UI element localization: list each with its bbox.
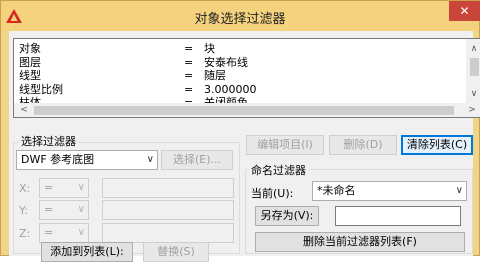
filter-list[interactable]: 对象 = 块 图层 = 安泰布线 线型 = 随层 线型比例 = 3.000000… <box>13 38 480 118</box>
x-value-field[interactable] <box>102 178 234 198</box>
close-button[interactable]: ✕ <box>449 1 480 21</box>
named-filter-label: 命名过滤器 <box>249 162 308 178</box>
list-item-key: 线型 <box>19 69 41 82</box>
delete-current-filter-list-button[interactable]: 删除当前过滤器列表(F) <box>255 232 465 252</box>
replace-button[interactable]: 替换(S) <box>143 242 209 262</box>
list-item-value: 安泰布线 <box>204 55 248 69</box>
list-item-key: 图层 <box>19 55 41 69</box>
scroll-left-icon[interactable]: < <box>16 103 32 117</box>
y-operator-select[interactable]: = ∨ <box>39 200 89 220</box>
horizontal-scrollbar[interactable]: < > <box>14 103 480 117</box>
save-as-name-field[interactable] <box>335 206 461 226</box>
y-value-field[interactable] <box>102 200 234 220</box>
x-label: X: <box>19 182 31 195</box>
horizontal-scroll-thumb[interactable] <box>34 106 454 115</box>
edit-item-button[interactable]: 编辑项目(I) <box>246 135 324 155</box>
dialog-body: 对象 = 块 图层 = 安泰布线 线型 = 随层 线型比例 = 3.000000… <box>9 31 480 262</box>
y-operator-value: = <box>44 203 54 216</box>
window-title: 对象选择过滤器 <box>194 12 286 27</box>
list-item[interactable]: 线型比例 = 3.000000 <box>14 83 467 97</box>
select-filter-label: 选择过滤器 <box>19 133 78 149</box>
filter-list-rows: 对象 = 块 图层 = 安泰布线 线型 = 随层 线型比例 = 3.000000… <box>14 42 467 104</box>
z-operator-value: = <box>44 226 54 239</box>
list-item-operator: = <box>184 55 194 69</box>
vertical-scroll-thumb[interactable] <box>470 58 479 76</box>
scroll-down-icon[interactable]: ∨ <box>466 86 480 102</box>
select-button[interactable]: 选择(E)... <box>161 150 233 170</box>
z-label: Z: <box>19 227 31 240</box>
list-item[interactable]: 图层 = 安泰布线 <box>14 56 467 70</box>
scroll-right-icon[interactable]: > <box>464 103 480 117</box>
list-item[interactable]: 线型 = 随层 <box>14 69 467 83</box>
object-type-select[interactable]: DWF 参考底图 ∨ <box>16 150 158 170</box>
list-item-key: 对象 <box>19 42 41 55</box>
z-operator-select[interactable]: = ∨ <box>39 223 89 243</box>
title-bar[interactable]: 对象选择过滤器 ✕ <box>1 1 480 31</box>
list-item-value: 3.000000 <box>204 82 257 96</box>
close-icon: ✕ <box>459 4 470 18</box>
list-item[interactable]: 对象 = 块 <box>14 42 467 56</box>
chevron-down-icon: ∨ <box>146 154 154 165</box>
list-item-value: 块 <box>204 42 215 55</box>
scroll-up-icon[interactable]: ∧ <box>466 41 480 57</box>
chevron-down-icon: ∨ <box>77 182 85 193</box>
list-item-operator: = <box>184 42 194 55</box>
delete-button[interactable]: 删除(D) <box>329 135 397 155</box>
add-to-list-button[interactable]: 添加到列表(L): <box>41 242 133 262</box>
list-item-value: 随层 <box>204 69 226 82</box>
save-as-button[interactable]: 另存为(V): <box>255 206 319 226</box>
y-label: Y: <box>19 204 28 217</box>
z-value-field[interactable] <box>102 223 234 243</box>
chevron-down-icon: ∨ <box>455 185 463 196</box>
list-item-key: 线型比例 <box>19 82 63 96</box>
current-filter-select[interactable]: *未命名 ∨ <box>312 181 467 201</box>
vertical-scrollbar[interactable]: ∧ ∨ <box>466 39 480 103</box>
clear-list-button[interactable]: 清除列表(C) <box>401 135 473 155</box>
chevron-down-icon: ∨ <box>77 227 85 238</box>
x-operator-select[interactable]: = ∨ <box>39 178 89 198</box>
chevron-down-icon: ∨ <box>77 204 85 215</box>
object-selection-filter-dialog: 对象选择过滤器 ✕ 对象 = 块 图层 = 安泰布线 线型 = 随层 线型比例 … <box>0 0 480 262</box>
list-item-operator: = <box>184 82 194 96</box>
current-filter-value: *未命名 <box>317 184 356 197</box>
current-filter-label: 当前(U): <box>251 187 294 200</box>
list-item-operator: = <box>184 69 194 82</box>
x-operator-value: = <box>44 181 54 194</box>
object-type-value: DWF 参考底图 <box>21 153 95 166</box>
